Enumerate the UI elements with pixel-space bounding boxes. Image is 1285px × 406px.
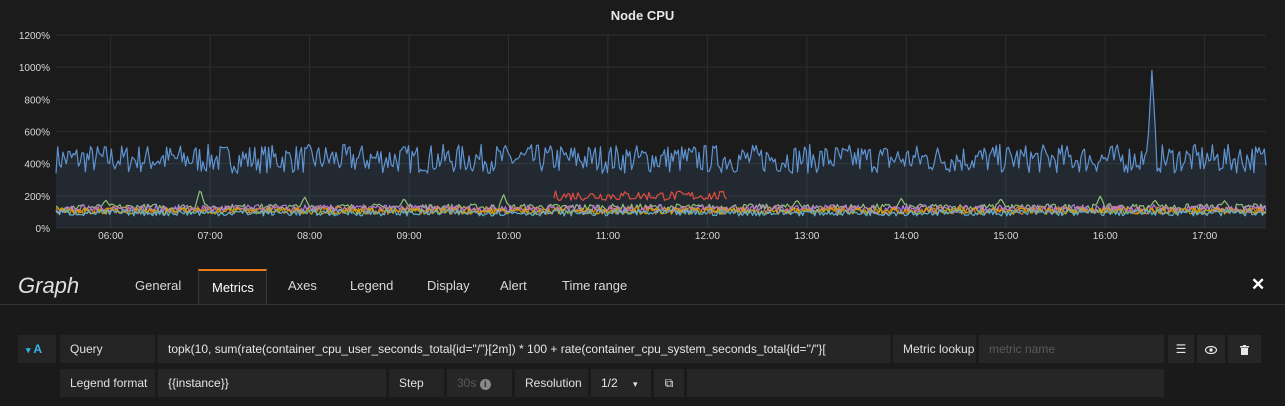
x-tick-label: 11:00 <box>596 231 621 242</box>
panel-editor: Graph General Metrics Axes Legend Displa… <box>0 242 1285 406</box>
tab-divider <box>0 304 1285 305</box>
node-cpu-panel: 0% 200% 400% 600% 800% 1000% 1200% 06:00 07:00 08… <box>0 0 1285 242</box>
y-tick-label: 1000% <box>19 63 50 74</box>
y-tick-label: 1200% <box>19 31 50 42</box>
caret-down-icon: ▾ <box>633 379 638 389</box>
y-tick-label: 600% <box>24 128 50 139</box>
y-tick-label: 200% <box>24 192 50 203</box>
x-tick-label: 07:00 <box>198 231 223 242</box>
x-tick-label: 13:00 <box>794 231 819 242</box>
external-link-icon[interactable]: ⧉ <box>654 369 684 397</box>
tab-metrics[interactable]: Metrics <box>212 280 254 295</box>
metric-lookup-label: Metric lookup <box>893 335 976 363</box>
x-tick-label: 17:00 <box>1192 231 1217 242</box>
x-tick-label: 08:00 <box>297 231 322 242</box>
x-tick-label: 16:00 <box>1093 231 1118 242</box>
legend-format-input[interactable]: {{instance}} <box>158 369 386 397</box>
metric-name-input[interactable]: metric name <box>979 335 1164 363</box>
step-input[interactable]: 30s i <box>447 369 512 397</box>
tab-legend[interactable]: Legend <box>350 278 393 293</box>
x-tick-label: 10:00 <box>496 231 521 242</box>
y-tick-label: 800% <box>24 95 50 106</box>
step-placeholder: 30s <box>457 376 477 390</box>
query-ref-id: A <box>33 342 43 356</box>
resolution-label: Resolution <box>515 369 588 397</box>
editor-title: Graph <box>18 273 80 298</box>
y-tick-label: 0% <box>36 224 51 235</box>
eye-icon[interactable] <box>1197 335 1225 363</box>
query-label: Query <box>60 335 155 363</box>
tab-display[interactable]: Display <box>427 278 470 293</box>
x-tick-label: 06:00 <box>98 231 123 242</box>
x-tick-label: 12:00 <box>695 231 720 242</box>
query-ref-toggle[interactable]: ▾ A <box>18 335 56 363</box>
legend-format-label: Legend format <box>60 369 155 397</box>
menu-icon[interactable]: ☰ <box>1168 335 1194 363</box>
chart-title: Node CPU <box>610 8 675 23</box>
tab-time-range[interactable]: Time range <box>562 278 627 293</box>
chevron-down-icon: ▾ <box>26 345 31 355</box>
tab-general[interactable]: General <box>135 278 181 293</box>
y-tick-label: 400% <box>24 160 50 171</box>
resolution-select[interactable]: 1/2 ▾ <box>591 369 651 397</box>
x-tick-label: 09:00 <box>397 231 422 242</box>
info-icon: i <box>479 379 491 390</box>
x-tick-label: 14:00 <box>894 231 919 242</box>
close-icon[interactable]: ✕ <box>1251 275 1265 295</box>
trash-icon[interactable] <box>1228 335 1261 363</box>
row-filler <box>687 369 1164 397</box>
x-tick-label: 15:00 <box>993 231 1018 242</box>
node-cpu-chart[interactable]: 0% 200% 400% 600% 800% 1000% 1200% 06:00 07:00 08… <box>0 0 1285 242</box>
query-input[interactable]: topk(10, sum(rate(container_cpu_user_sec… <box>158 335 890 363</box>
tab-axes[interactable]: Axes <box>288 278 317 293</box>
step-label: Step <box>389 369 444 397</box>
resolution-value: 1/2 <box>601 376 618 390</box>
tab-alert[interactable]: Alert <box>500 278 527 293</box>
